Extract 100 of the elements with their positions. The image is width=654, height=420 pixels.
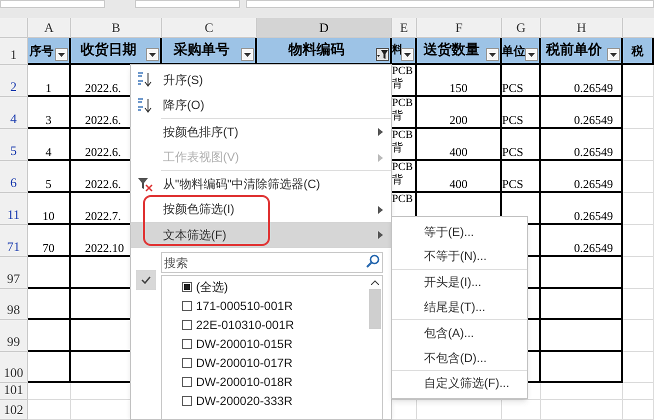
menu-item[interactable]: 文本筛选(F) — [131, 222, 391, 248]
table-cell: 1 — [46, 82, 52, 94]
filter-button[interactable] — [525, 48, 538, 61]
value-checkbox[interactable]: DW-200010-015R — [182, 334, 367, 354]
table-cell: 10 — [42, 210, 54, 222]
header-cell: 序号 — [30, 44, 54, 56]
table-cell: PCS — [502, 82, 524, 94]
table-cell: 0.26549 — [574, 146, 613, 158]
value-checkbox[interactable]: DW-200010-018R — [182, 372, 367, 392]
table-cell: 0.26549 — [574, 178, 613, 190]
submenu-item[interactable]: 不包含(D)... — [392, 345, 527, 371]
filter-button[interactable] — [376, 48, 389, 61]
row-header[interactable]: 102 — [0, 400, 28, 420]
row-header[interactable]: 71 — [0, 225, 28, 257]
table-cell: 4 — [46, 146, 52, 158]
table-cell: 0.26549 — [574, 210, 613, 222]
value-checkbox[interactable]: DW-200020-333R — [182, 392, 367, 410]
empty-cell — [623, 129, 654, 161]
column-header[interactable]: D — [257, 18, 392, 38]
submenu-item[interactable]: 等于(E)... — [392, 219, 527, 244]
table-cell: PCB背 — [392, 65, 414, 91]
table-cell: PCS — [502, 178, 524, 190]
table-cell: 2022.6. — [85, 146, 121, 158]
submenu-item[interactable]: 包含(A)... — [392, 320, 527, 346]
table-cell: 0.26549 — [574, 242, 613, 254]
submenu-item[interactable]: 开头是(I)... — [392, 270, 527, 295]
submenu-item[interactable]: 自定义筛选(F)... — [392, 370, 527, 396]
value-checkbox[interactable]: 171-000510-001R — [182, 296, 367, 316]
dropdown-arrow-icon — [528, 52, 535, 56]
empty-cell — [623, 257, 654, 289]
empty-cell — [623, 383, 654, 400]
value-checkbox[interactable]: 22E-010310-001R — [182, 316, 367, 334]
table-cell: 400 — [450, 178, 468, 190]
table-cell: 150 — [450, 82, 468, 94]
table-cell: 2022.6. — [85, 82, 121, 94]
empty-cell — [623, 97, 654, 129]
formula-field[interactable] — [135, 0, 240, 8]
empty-cell — [502, 400, 541, 420]
search-icon — [366, 254, 380, 268]
filter-button[interactable] — [401, 48, 414, 61]
filter-button[interactable] — [486, 48, 499, 61]
table-cell: PCB背 — [392, 161, 414, 187]
table-cell: 70 — [42, 242, 54, 254]
table-cell: 400 — [450, 146, 468, 158]
scroll-up-icon[interactable] — [370, 280, 378, 284]
dropdown-arrow-icon — [404, 52, 411, 56]
table-cell: 2022.10 — [85, 242, 124, 254]
table-cell: PCB — [392, 193, 414, 206]
row-header[interactable]: 97 — [0, 257, 28, 289]
table-cell: 2022.7. — [85, 210, 121, 222]
submenu-item[interactable]: 不等于(N)... — [392, 244, 527, 270]
filter-button[interactable] — [607, 48, 620, 61]
row-header[interactable]: 101 — [0, 383, 28, 400]
row-header[interactable]: 6 — [0, 161, 28, 193]
row-header[interactable]: 100 — [0, 352, 28, 383]
header-cell: 料 — [392, 45, 403, 56]
menu-item[interactable]: 按颜色排序(T) — [131, 119, 391, 144]
empty-cell — [623, 352, 654, 383]
header-cell: 采购单号 — [174, 44, 230, 58]
row-header[interactable]: 99 — [0, 320, 28, 352]
table-cell: PCS — [502, 114, 524, 126]
scrollbar-thumb[interactable] — [368, 288, 380, 328]
table-cell: 5 — [46, 178, 52, 190]
check-icon — [136, 270, 156, 290]
table-cell: 3 — [46, 114, 52, 126]
table-cell: 0.26549 — [574, 82, 613, 94]
dropdown-arrow-icon — [149, 52, 156, 56]
dropdown-arrow-icon — [489, 52, 496, 56]
row-header[interactable]: 5 — [0, 129, 28, 161]
row-header[interactable]: 4 — [0, 97, 28, 129]
search-field[interactable]: 搜索 — [161, 252, 383, 273]
header-cell: 税前单价 — [546, 44, 602, 58]
row-header[interactable]: 2 — [0, 65, 28, 97]
value-checkbox[interactable]: (全选) — [182, 278, 367, 296]
sort-icon — [137, 98, 153, 114]
empty-cell — [623, 289, 654, 320]
row-header[interactable]: 1 — [0, 38, 28, 65]
value-checkbox[interactable]: DW-200010-017R — [182, 354, 367, 372]
filter-button[interactable] — [55, 48, 68, 61]
table-cell: PCB背 — [392, 129, 414, 155]
header-cell: 税 — [632, 44, 644, 56]
formula-field[interactable] — [246, 0, 654, 8]
funnel-icon — [377, 50, 388, 59]
empty-cell — [623, 225, 654, 257]
sort-icon — [137, 72, 153, 88]
menu-item[interactable]: 从"物料编码"中清除筛选器(C) — [131, 171, 391, 196]
header-cell: 送货数量 — [424, 44, 480, 58]
menu-item[interactable]: 升序(S) — [131, 67, 391, 92]
table-cell: 200 — [450, 114, 468, 126]
table-cell: 2022.6. — [85, 178, 121, 190]
clear-filter-icon — [137, 176, 153, 192]
row-header[interactable]: 98 — [0, 289, 28, 320]
menu-item[interactable]: 按颜色筛选(I) — [131, 196, 391, 222]
filter-button[interactable] — [146, 48, 159, 61]
filter-button[interactable] — [241, 48, 254, 61]
row-header[interactable]: 11 — [0, 193, 28, 225]
menu-item[interactable]: 降序(O) — [131, 92, 391, 118]
empty-cell — [623, 400, 654, 420]
submenu-item[interactable]: 结尾是(T)... — [392, 294, 527, 320]
header-cell: 收货日期 — [80, 44, 136, 58]
